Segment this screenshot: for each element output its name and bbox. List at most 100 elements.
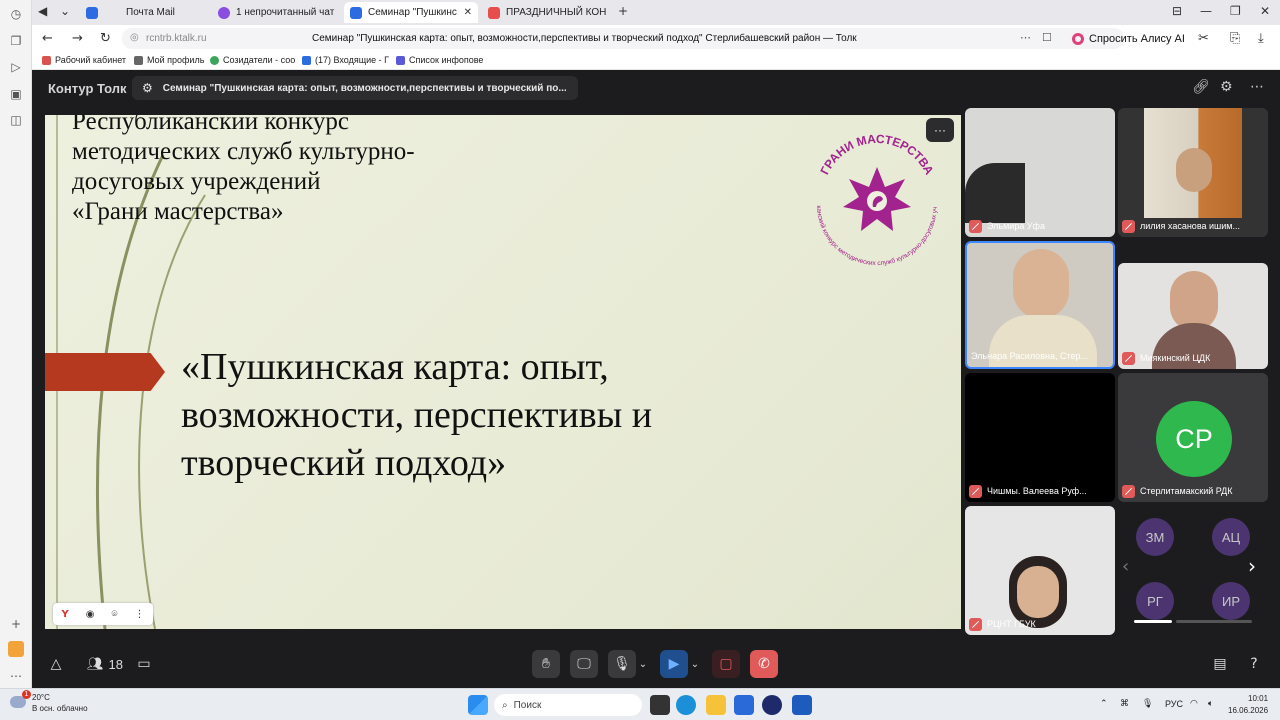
participant-tile[interactable]: СР Стерлитамакский РДК <box>1118 373 1268 502</box>
tab-chat[interactable]: 1 непрочитанный чат <box>212 2 340 23</box>
reload-icon[interactable]: ↻ <box>100 31 111 46</box>
restore-icon[interactable]: ❐ <box>1230 4 1241 18</box>
collections-icon[interactable]: ❐ <box>8 33 24 49</box>
bookmark-item[interactable]: Созидатели - соо <box>210 55 295 65</box>
chat-icon[interactable]: ▭ <box>130 650 158 678</box>
more-options-icon[interactable]: ⋯ <box>1020 31 1031 44</box>
raise-hand-button[interactable]: ✋︎ <box>532 650 560 678</box>
layout-icon[interactable]: ▤ <box>1206 650 1234 678</box>
tab-concert[interactable]: ПРАЗДНИЧНЫЙ КОНЦЕ <box>482 2 606 23</box>
tab-seminar[interactable]: Семинар "Пушкинс ✕ <box>344 2 478 23</box>
slide-options-button[interactable]: ··· <box>926 118 954 142</box>
eye-icon[interactable]: ◉ <box>86 609 95 620</box>
clock-time: 10:01 <box>1248 694 1269 703</box>
mic-off-button[interactable]: 🎙︎ <box>608 650 636 678</box>
help-icon[interactable]: ? <box>1240 650 1268 678</box>
tab-label: Почта Mail <box>126 7 175 18</box>
tab-list-icon[interactable]: ⌄ <box>60 4 70 18</box>
chevron-right-icon[interactable]: › <box>1248 554 1256 578</box>
back-icon[interactable]: ← <box>42 31 53 46</box>
camera-icon[interactable]: ⌾ <box>111 609 117 620</box>
mic-tray-icon[interactable]: 🎙︎ <box>1142 699 1153 709</box>
gear-icon[interactable]: ⚙ <box>1220 79 1233 95</box>
forward-icon[interactable]: → <box>72 31 83 46</box>
tray-chevron-icon[interactable]: ⌃ <box>1100 699 1108 709</box>
tab-count-icon[interactable]: ▣ <box>8 86 24 102</box>
slide-main-line: творческий подход» <box>181 442 507 484</box>
weather-widget[interactable]: 1 20°C В осн. облачно <box>8 690 88 714</box>
participant-tile[interactable]: Миякинский ЦДК <box>1118 263 1268 369</box>
avatar[interactable]: РГ <box>1136 582 1174 620</box>
close-tab-icon[interactable]: ✕ <box>464 7 472 18</box>
more-vertical-icon[interactable]: ⋮ <box>134 609 144 620</box>
edge-icon[interactable] <box>676 695 696 715</box>
file-explorer-icon[interactable] <box>706 695 726 715</box>
sound-icon[interactable]: ◀ <box>38 4 47 18</box>
play-icon[interactable]: ▷ <box>8 59 24 75</box>
camera-button[interactable]: ▶︎ <box>660 650 688 678</box>
share-icon[interactable]: ⎘ <box>1230 31 1240 46</box>
wifi-icon[interactable]: ◠ <box>1190 699 1198 709</box>
task-view-icon[interactable] <box>650 695 670 715</box>
url-domain: rcntrb.ktalk.ru <box>146 33 207 44</box>
taskbar-search[interactable]: ⌕ Поиск <box>494 694 642 716</box>
camera-options-chevron-icon[interactable]: ⌄ <box>686 650 704 678</box>
network-icon[interactable]: ⌘ <box>1120 699 1129 709</box>
more-icon[interactable]: ⋯ <box>8 668 24 684</box>
avatar[interactable]: ЗМ <box>1136 518 1174 556</box>
participant-name: лилия хасанова ишим... <box>1122 219 1240 233</box>
word-icon[interactable] <box>792 695 812 715</box>
participant-tile-active[interactable]: Эльнара Расиловна, Стер... <box>965 241 1115 369</box>
shapes-icon[interactable]: △ <box>42 650 70 678</box>
participant-tile[interactable]: РЦНТ ГБУК <box>965 506 1115 635</box>
slide-tools-panel: Y ◉ ⌾ ⋮ <box>53 603 153 625</box>
bookmark-icon <box>210 55 219 65</box>
browser-tab-bar: ◀ ⌄ Почта Mail 1 непрочитанный чат Семин… <box>32 0 1280 25</box>
participant-tile[interactable]: Эльмира Уфа <box>965 108 1115 237</box>
link-icon[interactable]: 🔗︎ <box>1192 79 1210 95</box>
leave-call-button[interactable]: ✆ <box>750 650 778 678</box>
bookmark-icon[interactable]: ☐ <box>1042 31 1052 44</box>
browser-side-rail: ◷ ❐ ▷ ▣ ◫ + ⋯ <box>0 0 32 688</box>
bookmark-item[interactable]: Мой профиль <box>134 55 204 65</box>
ask-alisa-button[interactable]: Спросить Алису AI <box>1064 29 1193 49</box>
chevron-left-icon[interactable]: ‹ <box>1122 556 1129 577</box>
history-icon[interactable]: ◷ <box>8 6 24 22</box>
bookmark-item[interactable]: Рабочий кабинет <box>42 55 126 65</box>
volume-icon[interactable]: 🔈︎ <box>1208 699 1213 709</box>
avatar: СР <box>1156 401 1232 477</box>
avatar[interactable]: ИР <box>1212 582 1250 620</box>
bookmark-icon <box>134 55 143 65</box>
participants-button[interactable]: 👥︎ 18 <box>80 650 130 678</box>
mic-off-icon <box>969 219 982 233</box>
bookmark-item[interactable]: Список инфопове <box>396 55 483 65</box>
new-tab-button[interactable]: + <box>618 4 628 18</box>
record-button[interactable]: ▢ <box>712 650 740 678</box>
add-icon[interactable]: + <box>8 616 24 632</box>
site-info-icon[interactable]: ◎ <box>130 32 139 43</box>
avatar[interactable]: АЦ <box>1212 518 1250 556</box>
close-window-icon[interactable]: ✕ <box>1260 4 1270 18</box>
mic-options-chevron-icon[interactable]: ⌄ <box>634 650 652 678</box>
store-icon[interactable] <box>734 695 754 715</box>
yandex-browser-icon[interactable] <box>762 695 782 715</box>
tab-mail[interactable]: Почта Mail <box>80 2 210 23</box>
yandex-icon[interactable]: Y <box>62 609 69 620</box>
bookmark-item[interactable]: (17) Входящие - Г <box>302 55 389 65</box>
screenshot-icon[interactable]: ◫ <box>8 112 24 128</box>
windows-start-icon[interactable] <box>468 695 488 715</box>
minimize-icon[interactable]: — <box>1200 4 1212 18</box>
url-field[interactable]: ◎ rcntrb.ktalk.ru Семинар "Пушкинская ка… <box>122 28 1124 49</box>
participant-tile[interactable]: Чишмы. Валеева Руф... <box>965 373 1115 502</box>
bookmarks-icon[interactable]: ⊟ <box>1172 4 1182 18</box>
meeting-title-pill[interactable]: ⚙ Семинар "Пушкинская карта: опыт, возмо… <box>132 76 578 100</box>
alisa-label: Спросить Алису AI <box>1089 33 1185 45</box>
participant-tile[interactable]: лилия хасанова ишим... <box>1118 108 1268 237</box>
extensions-icon[interactable]: ✂ <box>1198 31 1209 46</box>
mail-app-icon[interactable] <box>8 641 24 657</box>
system-clock[interactable]: 10:01 16.06.2026 <box>1228 693 1268 717</box>
language-indicator[interactable]: РУС <box>1165 699 1183 709</box>
screen-share-button[interactable]: 🖵︎ <box>570 650 598 678</box>
downloads-icon[interactable]: ⤓ <box>1258 31 1264 46</box>
more-icon[interactable]: ⋯ <box>1250 79 1264 95</box>
